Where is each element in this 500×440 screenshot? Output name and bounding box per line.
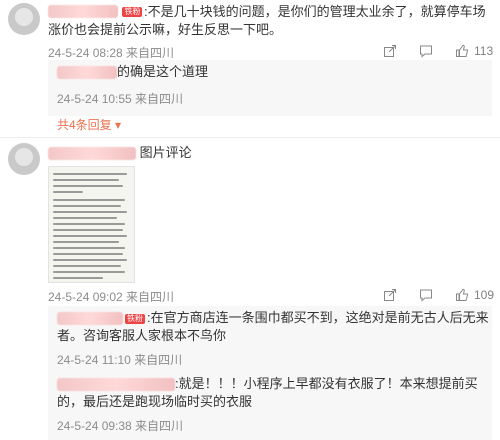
comment-2-header: 图片评论	[48, 144, 192, 162]
fan-badge: 铁粉	[125, 313, 145, 324]
avatar[interactable]	[8, 3, 40, 35]
username-blurred[interactable]	[57, 378, 175, 392]
comment-1-text: :不是几十块钱的问题，是你们的管理太业余了，就算停车场涨价也会提前公示嘛，好生反…	[48, 4, 486, 37]
reply-item: :就是！！！小程序上早都没有衣服了！本来想提前买的，最后还是跑现场临时买的衣服	[57, 375, 489, 411]
comment-2-text: 图片评论	[139, 145, 192, 160]
reply-item: 铁粉:在官方商店连一条围巾都买不到，这绝对是前无古人后无来者。咨询客服人家根本不…	[57, 309, 489, 345]
reply-time: 24-5-24 10:55 来自四川	[57, 92, 184, 106]
reply-time: 24-5-24 09:38 来自四川	[57, 419, 184, 433]
share-icon[interactable]	[383, 44, 397, 58]
reply-text: 的确是这个道理	[117, 64, 209, 79]
comment-2-time: 24-5-24 09:02 来自四川	[48, 290, 175, 304]
thumbs-up-icon[interactable]	[455, 44, 469, 58]
fold-replies-button[interactable]: 共4条回复 ▾	[57, 116, 121, 133]
reply-time: 24-5-24 11:10 来自四川	[57, 353, 183, 367]
comment-icon[interactable]	[419, 44, 433, 58]
reply-item: 的确是这个道理	[57, 63, 208, 81]
comment-1-time: 24-5-24 08:28 来自四川	[48, 46, 175, 60]
comment-icon[interactable]	[419, 288, 433, 302]
like-count: 113	[474, 44, 494, 58]
avatar[interactable]	[8, 143, 40, 175]
username-blurred[interactable]	[57, 66, 117, 80]
comment-image[interactable]	[48, 166, 135, 283]
like-count: 109	[474, 288, 495, 302]
share-icon[interactable]	[383, 288, 397, 302]
username-blurred[interactable]	[57, 312, 123, 326]
username-blurred[interactable]	[48, 147, 136, 161]
divider	[0, 137, 500, 138]
thumbs-up-icon[interactable]	[455, 288, 469, 302]
